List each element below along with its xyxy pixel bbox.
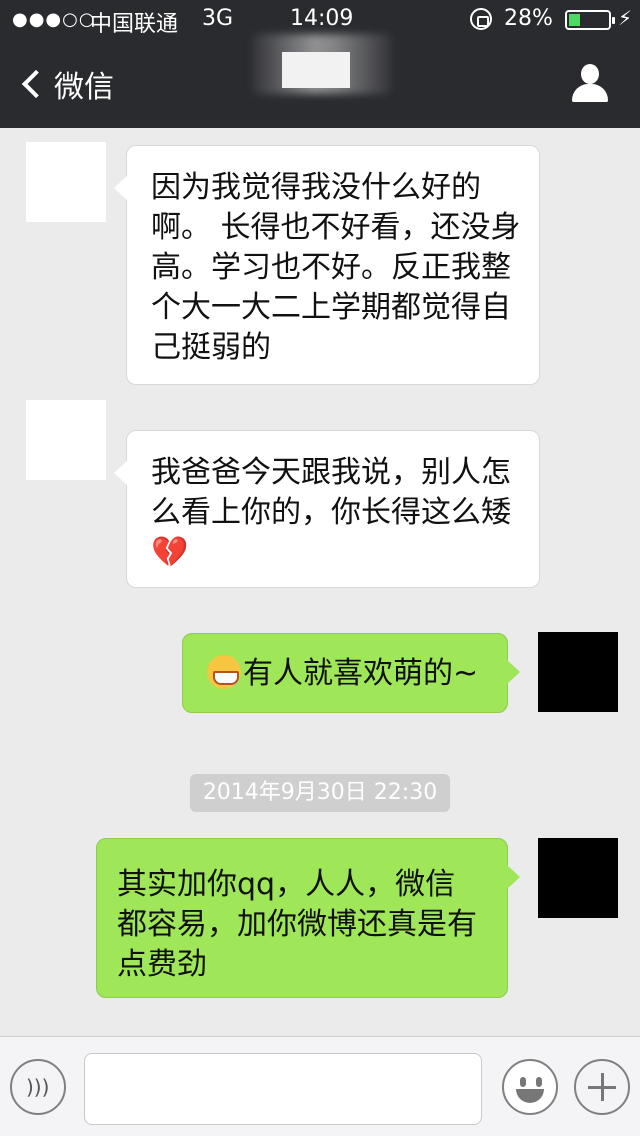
back-label: 微信 xyxy=(54,70,114,105)
message-text: 因为我觉得我没什么好的啊。 长得也不好看，还没身高。学习也不好。反正我整个大一大… xyxy=(151,170,521,365)
battery-icon xyxy=(565,10,615,30)
emoji-button[interactable] xyxy=(502,1059,558,1115)
message-text: 有人就喜欢萌的~ xyxy=(243,656,479,691)
message-text: 我爸爸今天跟我说，别人怎么看上你的，你长得这么矮 xyxy=(151,455,511,530)
message-text: 其实加你qq，人人，微信都容易，加你微博还真是有点费劲 xyxy=(117,867,477,982)
message-bubble-incoming[interactable]: 我爸爸今天跟我说，别人怎么看上你的，你长得这么矮 💔 xyxy=(114,430,540,588)
charging-icon: ⚡ xyxy=(618,6,633,30)
battery-percent: 28% xyxy=(504,6,553,31)
voice-input-button[interactable]: ))) xyxy=(10,1059,66,1115)
rotation-lock-icon xyxy=(470,8,492,30)
message-bubble-outgoing[interactable]: 有人就喜欢萌的~ xyxy=(182,633,520,713)
voice-icon: ))) xyxy=(26,1075,50,1099)
battery-fill xyxy=(569,14,580,26)
message-timestamp: 2014年9月30日 22:30 xyxy=(190,774,450,812)
grinning-face-icon xyxy=(207,655,241,689)
add-attachment-button[interactable] xyxy=(574,1059,630,1115)
my-avatar[interactable] xyxy=(538,838,618,918)
chevron-left-icon xyxy=(21,69,51,99)
signal-strength: ●●●○○ xyxy=(12,9,96,30)
avatar[interactable] xyxy=(26,400,106,480)
contact-profile-icon[interactable] xyxy=(570,64,610,104)
broken-heart-icon: 💔 xyxy=(151,535,189,570)
back-button[interactable]: 微信 xyxy=(18,62,114,106)
carrier-name: 中国联通 xyxy=(90,12,179,37)
my-avatar[interactable] xyxy=(538,632,618,712)
input-bar: ))) xyxy=(0,1036,640,1136)
message-bubble-incoming[interactable]: 因为我觉得我没什么好的啊。 长得也不好看，还没身高。学习也不好。反正我整个大一大… xyxy=(114,145,540,385)
chat-title-redaction-block xyxy=(282,52,350,88)
top-bar: ●●●○○ 中国联通 3G 14:09 28% ⚡ 微信 xyxy=(0,0,640,128)
message-input[interactable] xyxy=(84,1053,482,1125)
smiley-icon xyxy=(520,1077,526,1087)
message-bubble-outgoing[interactable]: 其实加你qq，人人，微信都容易，加你微博还真是有点费劲 xyxy=(96,838,520,998)
network-type: 3G xyxy=(202,6,234,31)
status-time: 14:09 xyxy=(290,6,354,31)
avatar[interactable] xyxy=(26,142,106,222)
